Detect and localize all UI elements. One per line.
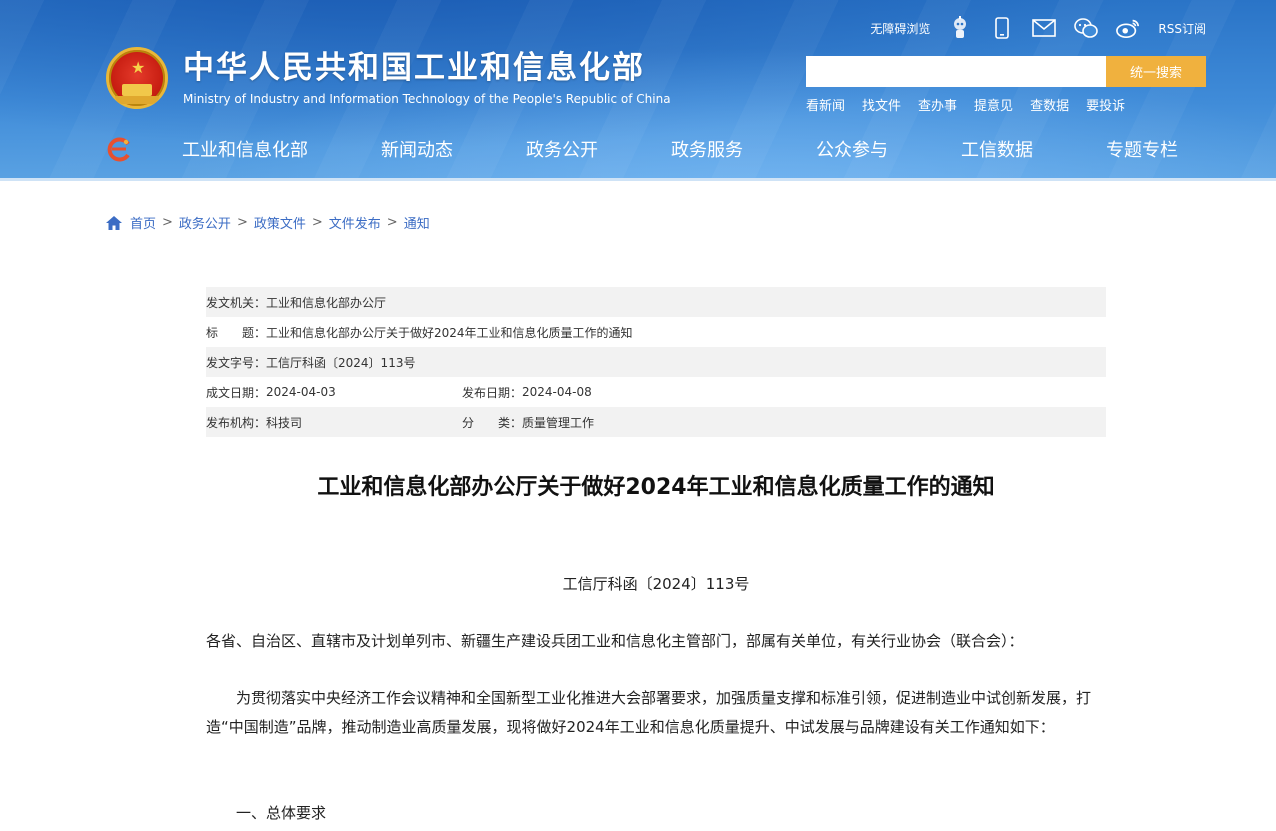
breadcrumb-policy-docs[interactable]: 政策文件 [254, 213, 306, 232]
search-button[interactable]: 统一搜索 [1106, 56, 1206, 87]
meta-cell-category: 分 类： 质量管理工作 [462, 414, 594, 431]
meta-value-issuer: 工业和信息化部办公厅 [266, 295, 387, 310]
mail-icon[interactable] [1032, 16, 1057, 40]
meta-value-org: 科技司 [266, 415, 303, 430]
e-logo-icon[interactable] [106, 136, 132, 162]
meta-label-published: 发布日期： [462, 385, 523, 400]
nav-gov-info[interactable]: 政务公开 [526, 136, 598, 162]
breadcrumb-separator: > [236, 215, 248, 230]
rss-link[interactable]: RSS订阅 [1158, 20, 1206, 37]
document-title: 工业和信息化部办公厅关于做好2024年工业和信息化质量工作的通知 [317, 475, 995, 500]
quick-link-news[interactable]: 看新闻 [806, 95, 845, 114]
main-content: 首页 > 政务公开 > 政策文件 > 文件发布 > 通知 发文机关： 工业和信息… [0, 181, 1276, 831]
meta-value-docno: 工信厅科函〔2024〕113号 [266, 355, 416, 370]
meta-row-dates: 成文日期： 2024-04-03 发布日期： 2024-04-08 [206, 377, 1106, 407]
quick-links: 看新闻 找文件 查办事 提意见 查数据 要投诉 [806, 95, 1125, 114]
nav-public[interactable]: 公众参与 [816, 136, 888, 162]
meta-value-created: 2024-04-03 [266, 385, 336, 399]
document-addressee: 各省、自治区、直辖市及计划单列市、新疆生产建设兵团工业和信息化主管部门，部属有关… [206, 632, 1024, 650]
nav-news[interactable]: 新闻动态 [381, 136, 453, 162]
top-links: 无障碍浏览 RSS订阅 [870, 16, 1206, 40]
meta-row-issuer: 发文机关： 工业和信息化部办公厅 [206, 287, 1106, 317]
main-nav: 工业和信息化部 新闻动态 政务公开 政务服务 公众参与 工信数据 专题专栏 [106, 132, 1206, 166]
breadcrumb-doc-release[interactable]: 文件发布 [329, 213, 381, 232]
mobile-icon[interactable] [990, 16, 1014, 40]
breadcrumb-gov-info[interactable]: 政务公开 [179, 213, 231, 232]
meta-row-docno: 发文字号： 工信厅科函〔2024〕113号 [206, 347, 1106, 377]
robot-assistant-icon[interactable] [948, 16, 972, 40]
home-icon[interactable] [106, 215, 122, 230]
meta-label-issuer: 发文机关： [206, 295, 267, 310]
document-metadata: 发文机关： 工业和信息化部办公厅 标 题： 工业和信息化部办公厅关于做好2024… [206, 287, 1106, 437]
meta-cell-org: 发布机构： 科技司 [206, 414, 462, 431]
meta-row-org: 发布机构： 科技司 分 类： 质量管理工作 [206, 407, 1106, 437]
quick-link-feedback[interactable]: 提意见 [974, 95, 1013, 114]
breadcrumb-separator: > [162, 215, 173, 230]
site-subtitle: Ministry of Industry and Information Tec… [183, 92, 671, 106]
nav-topics[interactable]: 专题专栏 [1106, 136, 1178, 162]
meta-label-org: 发布机构： [206, 415, 267, 430]
document-number: 工信厅科函〔2024〕113号 [562, 575, 750, 593]
breadcrumb: 首页 > 政务公开 > 政策文件 > 文件发布 > 通知 [106, 213, 430, 232]
meta-value-title: 工业和信息化部办公厅关于做好2024年工业和信息化质量工作的通知 [266, 325, 633, 340]
site-header: ★ 中华人民共和国工业和信息化部 Ministry of Industry an… [0, 0, 1276, 181]
meta-label-category: 分 类： [462, 415, 523, 430]
breadcrumb-notice[interactable]: 通知 [404, 213, 430, 232]
meta-label-created: 成文日期： [206, 385, 267, 400]
national-emblem-icon[interactable]: ★ [106, 47, 168, 109]
document-body-paragraph: 为贯彻落实中央经济工作会议精神和全国新型工业化推进大会部署要求，加强质量支撑和标… [206, 689, 1092, 736]
accessibility-link[interactable]: 无障碍浏览 [870, 20, 930, 37]
nav-gov-services[interactable]: 政务服务 [671, 136, 743, 162]
meta-cell-published: 发布日期： 2024-04-08 [462, 384, 592, 401]
site-title[interactable]: 中华人民共和国工业和信息化部 [183, 50, 645, 86]
quick-link-services[interactable]: 查办事 [918, 95, 957, 114]
weibo-icon[interactable] [1116, 16, 1140, 40]
wechat-icon[interactable] [1074, 16, 1099, 40]
nav-miit[interactable]: 工业和信息化部 [182, 136, 308, 162]
nav-data[interactable]: 工信数据 [961, 136, 1033, 162]
quick-link-files[interactable]: 找文件 [862, 95, 901, 114]
meta-cell-created: 成文日期： 2024-04-03 [206, 384, 462, 401]
breadcrumb-separator: > [386, 215, 398, 230]
meta-label-docno: 发文字号： [206, 355, 267, 370]
meta-label-title: 标 题： [206, 325, 267, 340]
meta-row-title: 标 题： 工业和信息化部办公厅关于做好2024年工业和信息化质量工作的通知 [206, 317, 1106, 347]
meta-value-published: 2024-04-08 [522, 385, 592, 399]
quick-link-complaint[interactable]: 要投诉 [1086, 95, 1125, 114]
breadcrumb-home[interactable]: 首页 [130, 213, 156, 232]
meta-value-category: 质量管理工作 [522, 415, 595, 430]
search-input[interactable] [806, 56, 1106, 87]
breadcrumb-separator: > [311, 215, 323, 230]
document-section-heading: 一、总体要求 [236, 804, 327, 822]
quick-link-data[interactable]: 查数据 [1030, 95, 1069, 114]
